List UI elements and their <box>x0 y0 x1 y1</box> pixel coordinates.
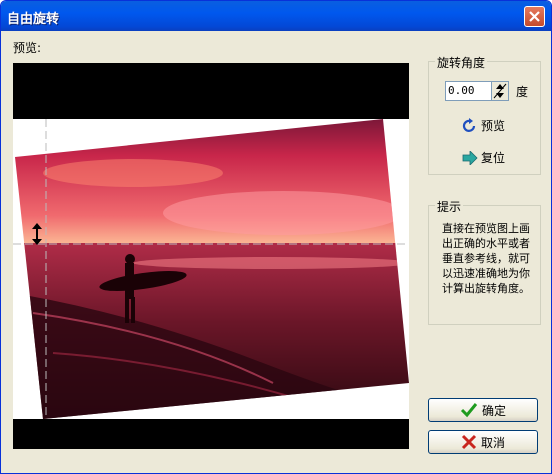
arrow-right-icon <box>462 150 478 165</box>
angle-spin-buttons[interactable] <box>491 82 508 100</box>
close-icon <box>529 11 540 22</box>
window-title: 自由旋转 <box>7 12 60 27</box>
preview-label: 预览: <box>13 41 42 55</box>
up-down-arrows-icon <box>493 83 507 99</box>
refresh-icon <box>462 117 476 132</box>
angle-spinner[interactable]: 0.00 <box>445 81 509 101</box>
rotated-photo <box>13 119 409 419</box>
ok-button[interactable]: 确定 <box>428 398 538 422</box>
cancel-label: 取消 <box>480 435 505 450</box>
x-mark-icon <box>461 434 477 450</box>
title-bar: 自由旋转 <box>1 1 551 31</box>
rotation-angle-title: 旋转角度 <box>435 54 488 71</box>
checkmark-icon <box>460 403 478 418</box>
preview-rotation-button[interactable]: 预览 <box>462 117 505 134</box>
ok-label: 确定 <box>481 403 506 418</box>
cancel-button[interactable]: 取消 <box>428 430 538 454</box>
reset-button[interactable]: 复位 <box>462 149 505 166</box>
angle-input[interactable]: 0.00 <box>448 84 475 97</box>
free-rotate-dialog: 自由旋转 预览: 旋转角度 0.00 度 预览 复位 提示 直接在预览图上画出正… <box>0 0 552 474</box>
close-button[interactable] <box>524 6 545 27</box>
angle-unit: 度 <box>516 85 529 99</box>
preview-rotation-label: 预览 <box>481 119 506 133</box>
preview-canvas[interactable] <box>13 63 409 449</box>
hint-title: 提示 <box>435 198 464 215</box>
hint-text: 直接在预览图上画出正确的水平或者垂直参考线，就可以迅速准确地为你计算出旋转角度。 <box>442 222 530 295</box>
reset-label: 复位 <box>481 151 506 165</box>
